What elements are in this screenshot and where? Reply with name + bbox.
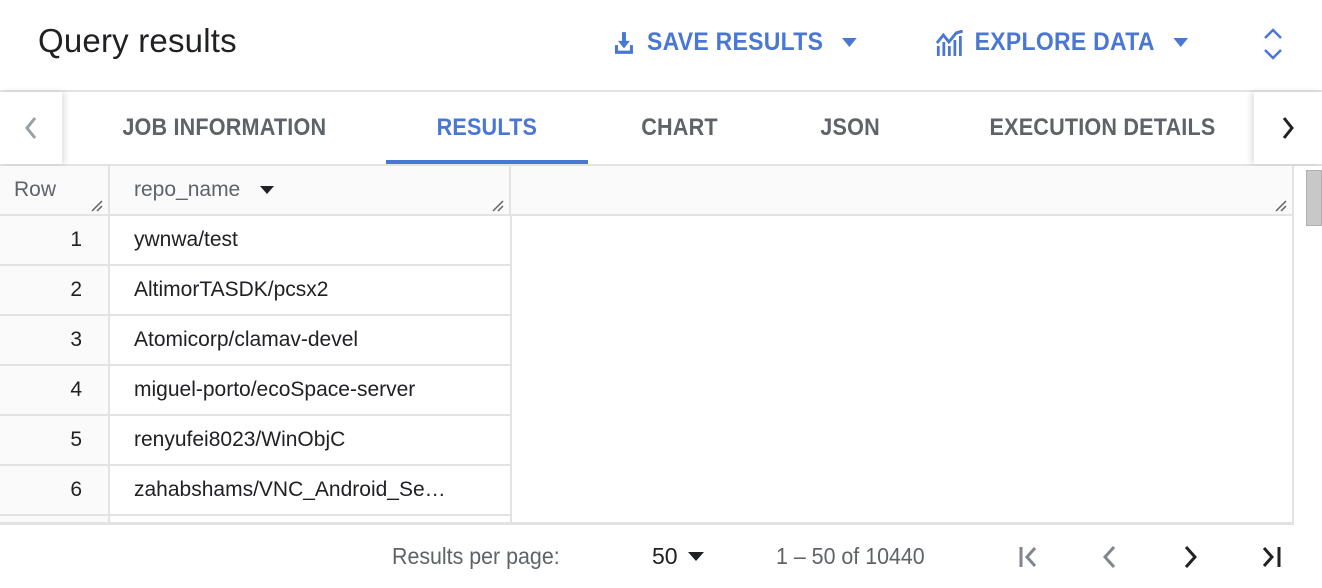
sort-caret-icon[interactable] (260, 186, 275, 194)
expand-collapse-button[interactable] (1262, 26, 1284, 67)
page-range-text: 1 – 50 of 10440 (776, 543, 925, 569)
unfold-icon (1264, 28, 1282, 60)
column-header-label: Row (14, 178, 57, 201)
chevron-right-icon (1184, 545, 1198, 569)
results-per-page-select[interactable]: 50 (652, 543, 704, 570)
repo-name-cell[interactable]: ywnwa/test (110, 216, 511, 264)
resize-handle-icon[interactable] (491, 198, 505, 212)
explore-data-button[interactable]: EXPLORE DATA (936, 28, 1188, 57)
first-page-icon (1019, 547, 1037, 567)
caret-down-icon (687, 552, 704, 561)
save-results-label: SAVE RESULTS (646, 28, 824, 56)
last-page-icon (1262, 547, 1281, 567)
tabs-scroll-right-button[interactable] (1254, 92, 1322, 164)
repo-name-cell[interactable]: renyufei8023/WinObjC (110, 416, 511, 464)
chart-icon (936, 29, 964, 56)
per-page-value: 50 (652, 543, 678, 569)
chevron-left-icon (1102, 545, 1116, 569)
page-title: Query results (38, 22, 237, 59)
repo-name-cell[interactable]: Atomicorp/clamav-devel (110, 316, 511, 364)
explore-data-label: EXPLORE DATA (974, 28, 1155, 56)
table-row: 6 zahabshams/VNC_Android_Se… (0, 466, 511, 516)
repo-name-cell[interactable]: zahabshams/VNC_Android_Se… (110, 466, 511, 514)
tab-label: EXECUTION DETAILS (989, 114, 1215, 141)
table-row: 5 renyufei8023/WinObjC (0, 416, 511, 466)
table-row: 4 miguel-porto/ecoSpace-server (0, 366, 511, 416)
resize-handle-icon[interactable] (1274, 198, 1288, 212)
vertical-scrollbar[interactable] (1294, 166, 1322, 524)
download-icon (614, 31, 633, 54)
caret-down-icon (1173, 38, 1188, 47)
previous-page-button[interactable] (1094, 541, 1126, 573)
row-number: 5 (0, 416, 110, 464)
table-row: 2 AltimorTASDK/pcsx2 (0, 266, 511, 316)
results-per-page-label: Results per page: (392, 543, 560, 569)
tabs-scroll-left-button[interactable] (0, 92, 62, 164)
chevron-right-icon (1282, 117, 1294, 139)
tab-label: CHART (640, 114, 718, 141)
column-header-repo-name[interactable]: repo_name (110, 166, 511, 214)
tab-chart[interactable]: CHART (604, 92, 754, 164)
tab-execution-details[interactable]: EXECUTION DETAILS (950, 92, 1254, 164)
column-divider (510, 216, 512, 524)
results-table: Row repo_name 1 ywnwa/test 2 AltimorTASD… (0, 166, 1294, 524)
column-header-empty (511, 166, 1294, 214)
row-number: 6 (0, 466, 110, 514)
column-header-label: repo_name (134, 178, 241, 201)
row-number: 4 (0, 366, 110, 414)
caret-down-icon (841, 38, 857, 47)
first-page-button[interactable] (1014, 541, 1046, 573)
tab-bar: JOB INFORMATION RESULTS CHART JSON EXECU… (0, 92, 1322, 166)
tab-results[interactable]: RESULTS (386, 92, 588, 164)
chevron-left-icon (25, 117, 37, 139)
row-number: 2 (0, 266, 110, 314)
row-number: 3 (0, 316, 110, 364)
tab-job-information[interactable]: JOB INFORMATION (88, 92, 360, 164)
table-row: 3 Atomicorp/clamav-devel (0, 316, 511, 366)
repo-name-cell[interactable]: AltimorTASDK/pcsx2 (110, 266, 511, 314)
tab-label: JOB INFORMATION (122, 114, 326, 141)
column-header-row: Row (0, 166, 110, 214)
results-header: Query results SAVE RESULTS EXPLORE DATA (0, 0, 1322, 92)
tab-label: RESULTS (436, 114, 538, 141)
scrollbar-thumb[interactable] (1306, 170, 1322, 226)
pagination-bar: Results per page: 50 1 – 50 of 10440 (0, 525, 1322, 588)
save-results-button[interactable]: SAVE RESULTS (612, 28, 857, 57)
table-row: 1 ywnwa/test (0, 216, 511, 266)
resize-handle-icon[interactable] (90, 198, 104, 212)
repo-name-cell[interactable]: miguel-porto/ecoSpace-server (110, 366, 511, 414)
last-page-button[interactable] (1254, 541, 1286, 573)
next-page-button[interactable] (1174, 541, 1206, 573)
table-header-row: Row repo_name (0, 166, 1294, 216)
row-number: 1 (0, 216, 110, 264)
tab-json[interactable]: JSON (776, 92, 924, 164)
tab-label: JSON (820, 114, 880, 141)
